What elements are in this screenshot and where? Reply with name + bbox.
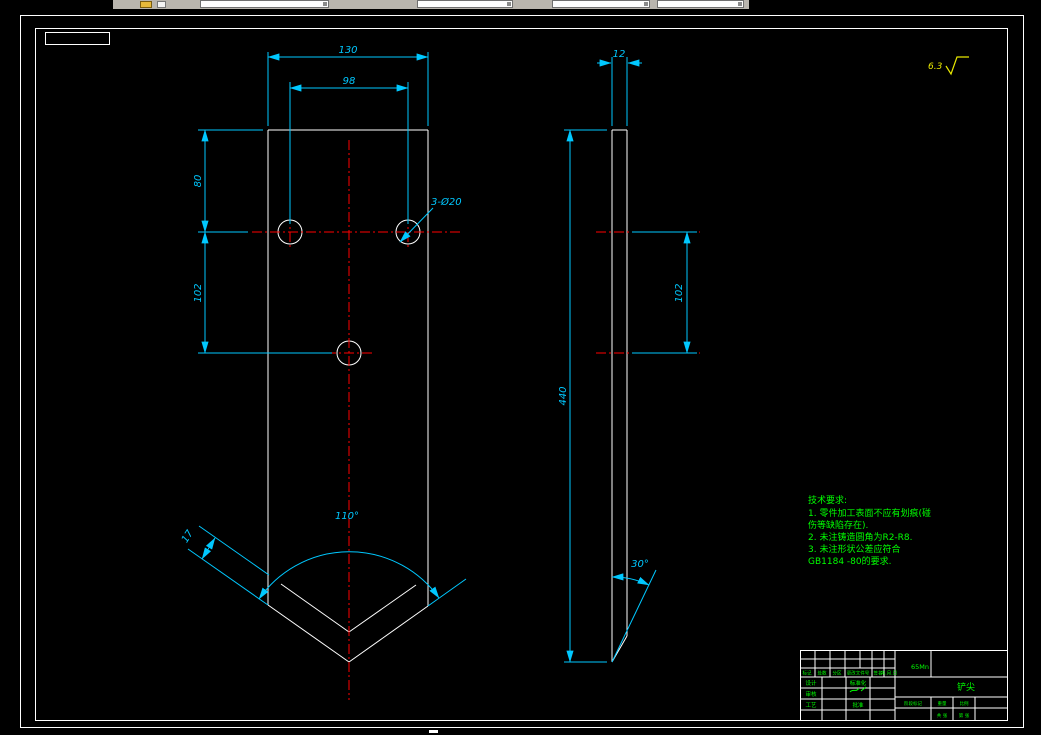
sheet-no-label: 第 张	[959, 712, 970, 719]
dim-440: 440	[558, 386, 569, 405]
dim-102-side: 102	[674, 283, 685, 302]
tech-req-line: 2. 未注铸造圆角为R2-R8.	[808, 531, 913, 543]
rev-header: 分区	[833, 670, 842, 677]
tech-req-line: 3. 未注形状公差应符合	[808, 543, 900, 555]
roughness-check-icon	[945, 56, 969, 76]
toolbar	[0, 0, 1041, 9]
standard-label: 标准化	[850, 679, 867, 687]
approve-label: 批准	[852, 701, 864, 709]
tech-requirements: 技术要求: 1. 零件加工表面不应有划痕(碰 伤等缺陷存在). 2. 未注铸造圆…	[808, 494, 931, 567]
dim-102-front: 102	[193, 283, 204, 302]
tech-req-title: 技术要求:	[808, 494, 847, 506]
dimension-texts: 130 98 80 102 3-Ø20 110° 17 12 440 102 3…	[180, 45, 685, 570]
stage-label: 阶段标记	[904, 700, 922, 707]
tech-req-line: 伤等缺陷存在).	[808, 519, 868, 531]
new-file-icon[interactable]	[157, 1, 166, 8]
bottom-edge-mark	[429, 730, 438, 733]
dim-17: 17	[180, 528, 196, 545]
part-name: 铲尖	[957, 681, 975, 693]
dim-12: 12	[613, 49, 626, 60]
design-label: 设计	[805, 679, 817, 687]
dim-98: 98	[343, 76, 356, 87]
check-label: 审核	[805, 690, 817, 698]
drawing-frame	[20, 15, 1024, 728]
lineweight-combobox[interactable]	[657, 0, 744, 8]
front-view	[267, 129, 429, 663]
layer-combobox[interactable]	[200, 0, 329, 8]
holes-callout: 3-Ø20	[431, 196, 462, 208]
cad-canvas[interactable]: 130 98 80 102 3-Ø20 110° 17 12 440 102 3…	[0, 0, 1041, 735]
open-folder-icon[interactable]	[140, 1, 152, 8]
rev-header: 标记	[803, 670, 812, 677]
rev-header: 年.月.日	[881, 670, 897, 677]
side-view	[611, 129, 628, 663]
dim-80: 80	[193, 175, 204, 188]
dim-130: 130	[338, 45, 357, 56]
linetype-combobox[interactable]	[552, 0, 650, 8]
title-block: 65Mn 铲尖 标记 处数 分区 更改文件号 签名 年.月.日 设计 标准化 审…	[800, 650, 1008, 721]
dimension-lines	[201, 53, 691, 663]
total-sheets-label: 共 张	[937, 712, 948, 719]
material-text: 65Mn	[911, 663, 929, 671]
tech-req-line: GB1184 -80的要求.	[808, 555, 891, 567]
dim-30deg: 30°	[631, 559, 649, 570]
rev-header: 处数	[818, 670, 827, 677]
weight-label: 重量	[938, 700, 947, 707]
tech-req-line: 1. 零件加工表面不应有划痕(碰	[808, 507, 931, 519]
scale-label: 比例	[960, 700, 969, 707]
color-combobox[interactable]	[417, 0, 513, 8]
roughness-value: 6.3	[928, 62, 943, 72]
rev-header: 更改文件号	[847, 670, 870, 677]
process-label: 工艺	[805, 702, 817, 709]
centerlines	[252, 140, 700, 700]
surface-roughness: 6.3	[928, 56, 969, 76]
dimension-extension-lines	[187, 52, 697, 663]
dim-110deg: 110°	[335, 511, 359, 522]
